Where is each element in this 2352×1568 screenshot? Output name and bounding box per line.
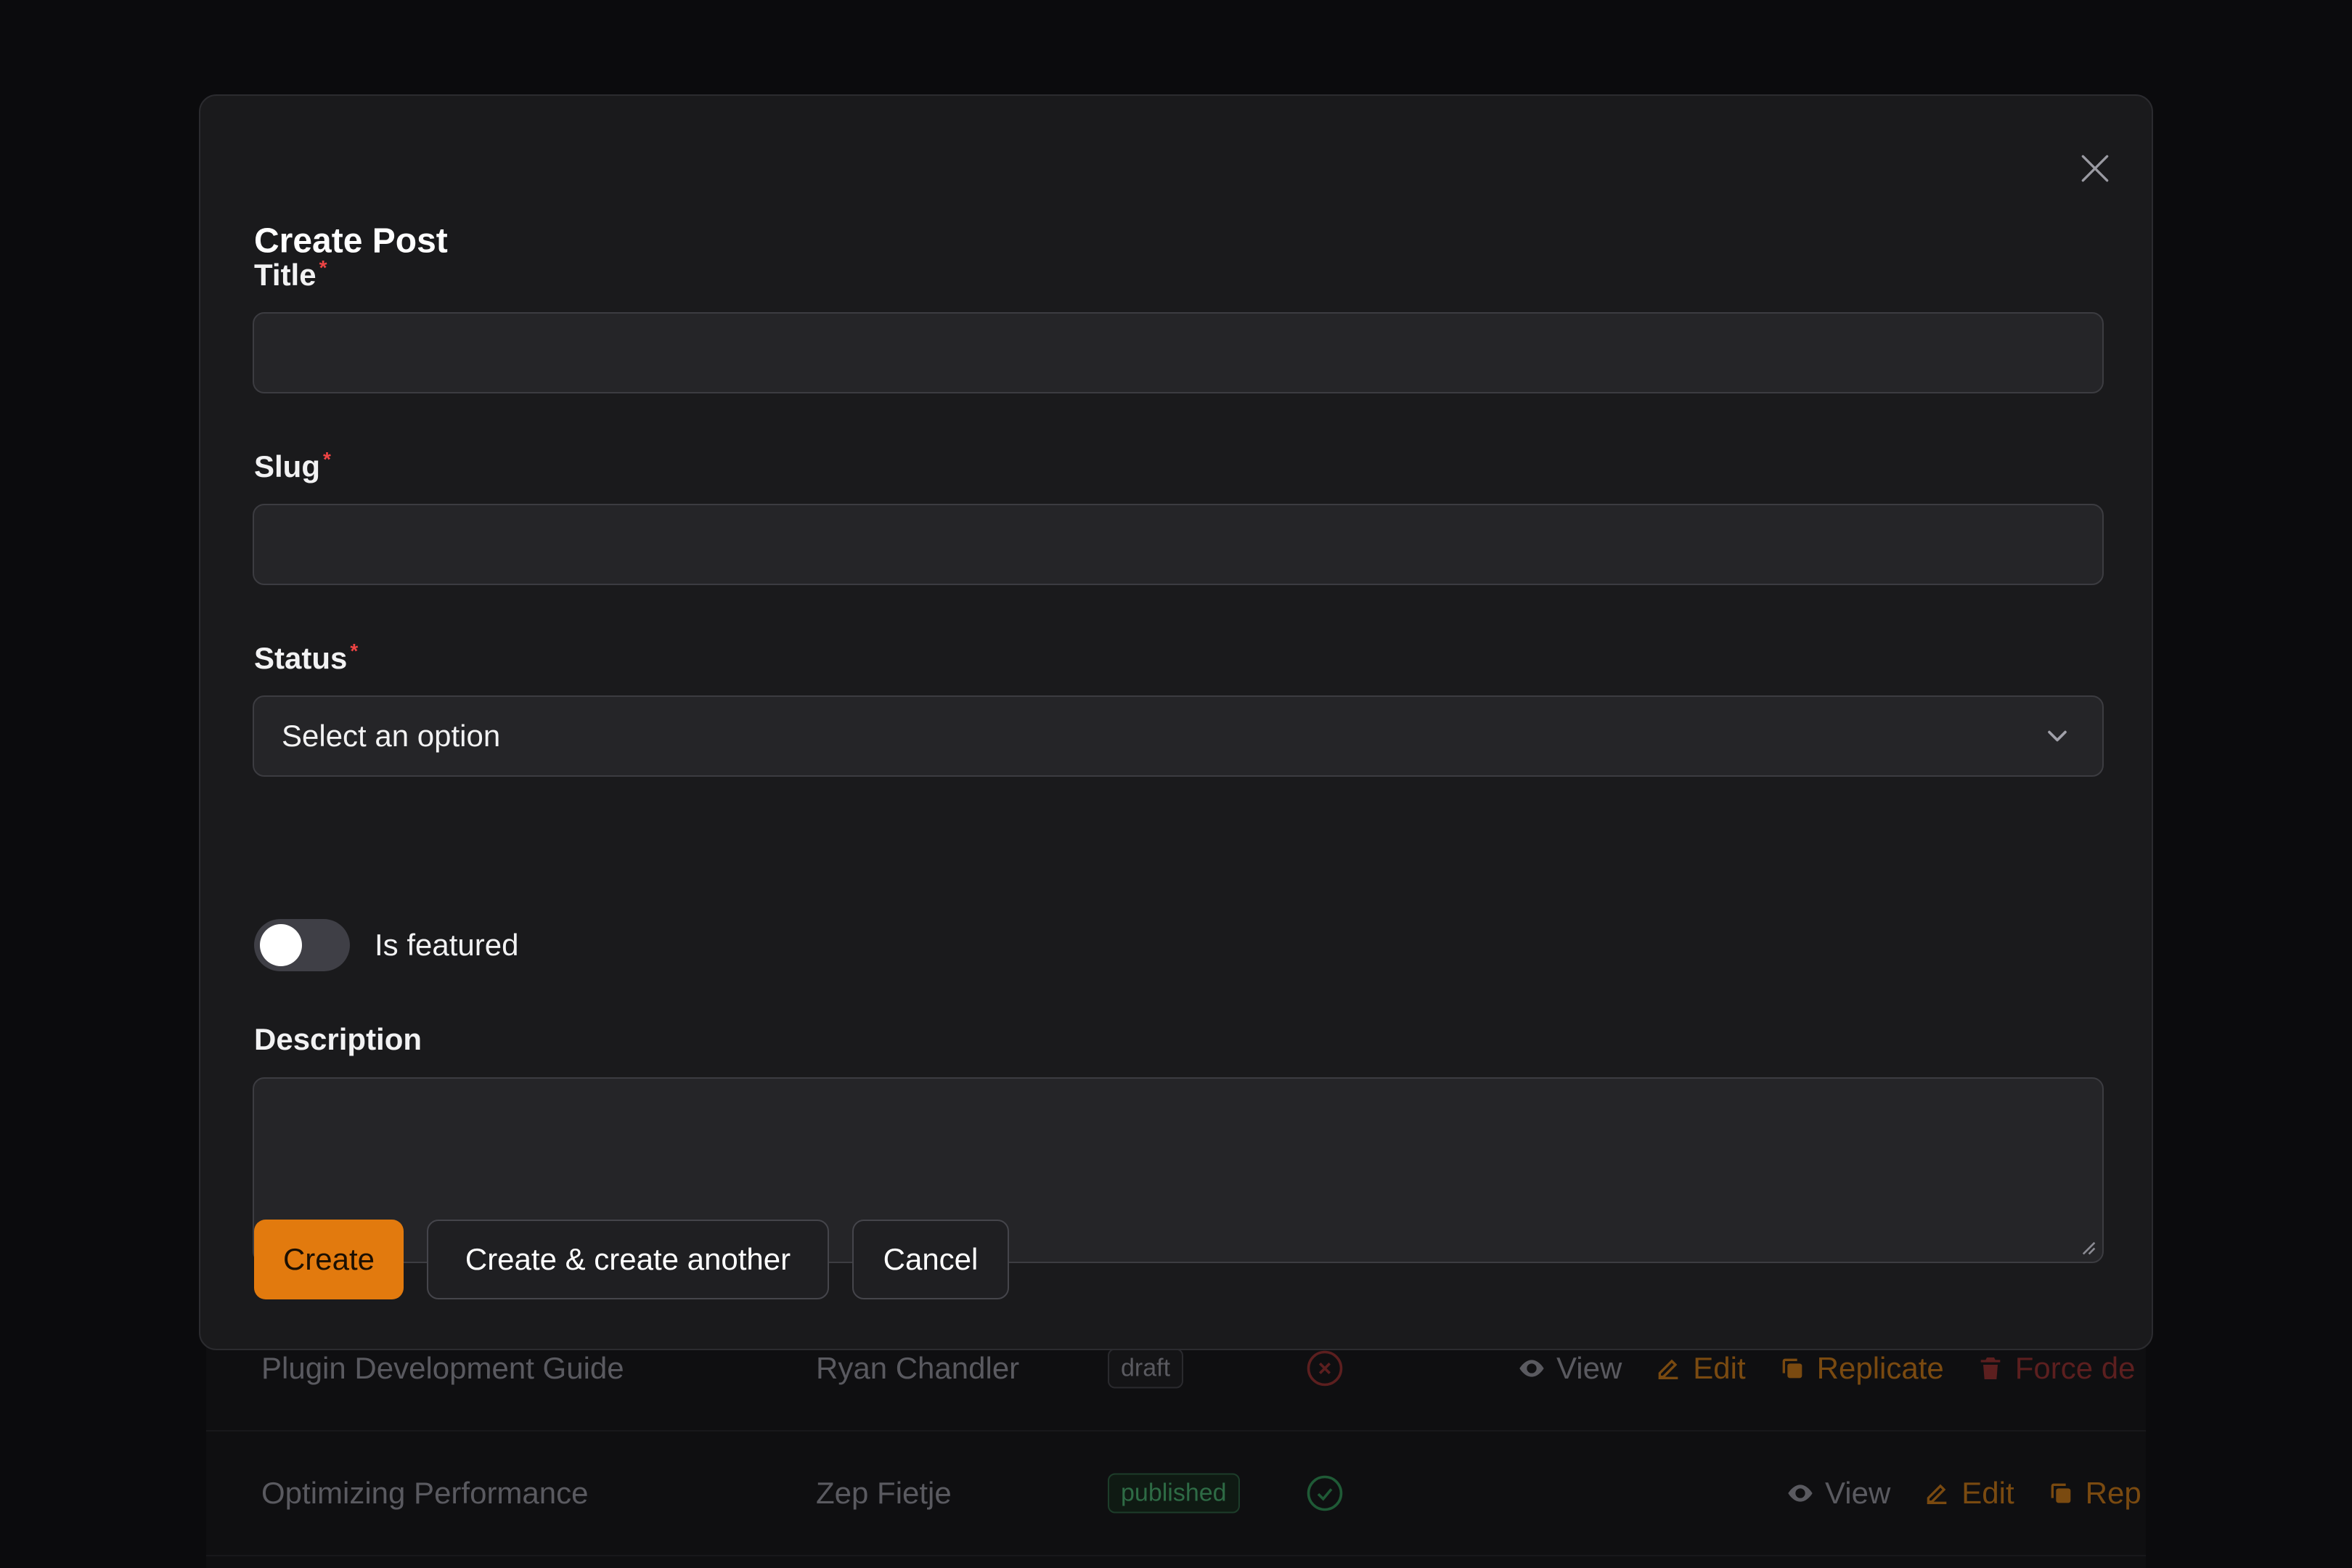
toggle-knob [260,924,302,966]
trash-icon [1980,1357,2001,1379]
status-badge: published [1108,1473,1240,1514]
eye-icon [1519,1360,1544,1377]
check-circle-icon [1307,1475,1343,1511]
slug-label: Slug * [254,448,331,484]
view-label: View [1825,1476,1891,1510]
view-action[interactable]: View [1517,1351,1622,1386]
row-actions: View Edit Replicate Force de [1517,1351,2136,1386]
slug-input[interactable] [254,505,2102,584]
chevron-down-icon [2048,730,2067,742]
slug-field[interactable] [253,504,2104,585]
table-row: Optimizing Performance Zep Fietje publis… [206,1432,2146,1556]
post-title-cell: Optimizing Performance [261,1476,589,1510]
edit-icon [1658,1359,1678,1379]
copy-icon [1782,1358,1802,1379]
create-another-button[interactable]: Create & create another [427,1220,829,1299]
post-author-cell: Zep Fietje [816,1476,952,1510]
modal-title: Create Post [254,221,448,261]
resize-handle-icon[interactable] [2078,1237,2096,1256]
title-input[interactable] [254,314,2102,392]
force-delete-action[interactable]: Force de [1976,1351,2136,1386]
replicate-label: Rep [2085,1476,2141,1510]
status-label: Status * [254,640,358,676]
title-label-text: Title [254,258,317,292]
view-action[interactable]: View [1786,1476,1890,1511]
status-select[interactable]: Select an option [253,695,2104,777]
force-delete-label: Force de [2014,1351,2136,1385]
description-label: Description [254,1022,422,1057]
edit-action[interactable]: Edit [1654,1351,1746,1386]
close-icon [2081,155,2109,182]
copy-icon [2051,1483,2070,1503]
title-field[interactable] [253,312,2104,393]
x-circle-icon [1307,1350,1343,1387]
create-button[interactable]: Create [254,1220,404,1299]
post-title-cell: Plugin Development Guide [261,1351,624,1385]
description-label-text: Description [254,1022,422,1056]
view-label: View [1556,1351,1622,1385]
replicate-action[interactable]: Rep [2046,1476,2141,1511]
replicate-action[interactable]: Replicate [1778,1351,1944,1386]
edit-label: Edit [1693,1351,1746,1385]
cancel-button[interactable]: Cancel [852,1220,1009,1299]
edit-action[interactable]: Edit [1922,1476,2014,1511]
status-label-text: Status [254,641,348,675]
required-marker: * [350,640,359,662]
close-button[interactable] [2063,136,2127,200]
status-select-value: Select an option [282,719,501,753]
is-featured-toggle[interactable] [254,919,350,971]
row-actions: View Edit Rep [1786,1476,2141,1511]
eye-icon [1788,1485,1813,1502]
post-author-cell: Ryan Chandler [816,1351,1020,1385]
slug-label-text: Slug [254,449,320,483]
required-marker: * [323,448,331,470]
create-post-modal: Create Post Title * Slug * Status * Select … [199,94,2153,1350]
status-badge: draft [1108,1348,1184,1389]
replicate-label: Replicate [1816,1351,1944,1385]
required-marker: * [319,256,327,279]
edit-icon [1927,1484,1947,1504]
is-featured-label: Is featured [375,928,519,962]
edit-label: Edit [1961,1476,2014,1510]
title-label: Title * [254,256,327,293]
